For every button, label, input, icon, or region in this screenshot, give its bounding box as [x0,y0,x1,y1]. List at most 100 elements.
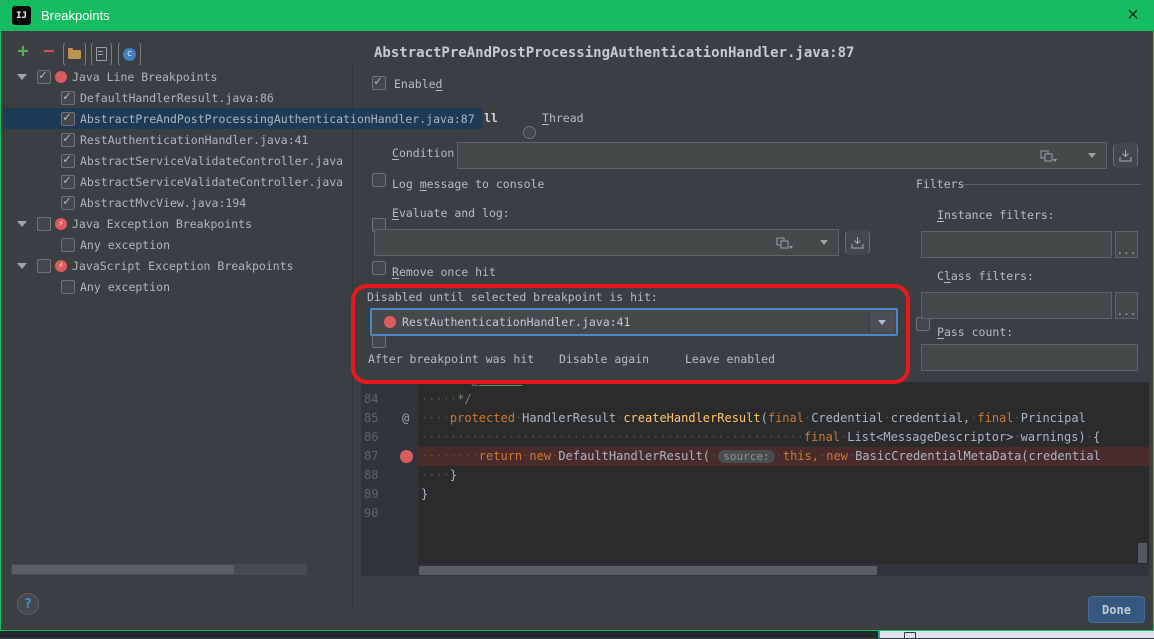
suspend-thread-label: Thread [542,111,584,125]
code-line: 85@····protected·HandlerResult·createHan… [361,409,1149,428]
tree-row[interactable]: AbstractMvcView.java:194 [3,192,344,213]
tree-checkbox[interactable] [37,70,51,84]
tree-row[interactable]: AbstractServiceValidateController.java: [3,171,344,192]
tree-row[interactable]: AbstractPreAndPostProcessingAuthenticati… [3,108,482,129]
condition-input[interactable] [457,142,1107,169]
tree-row[interactable]: Any exception [3,234,344,255]
code-lines: 83·····*·@return·the·constructed·handler… [361,382,1149,523]
exception-breakpoint-icon: ⚡ [55,260,67,272]
expand-evaluate-editor-button[interactable] [845,230,870,255]
add-breakpoint-button[interactable]: + [13,41,33,61]
expand-condition-editor-button[interactable] [1113,143,1138,168]
log-message-label: Log message to console [392,177,544,191]
annotation-gutter-icon: @ [402,409,409,428]
taskbar-strip [0,631,878,638]
disable-again-label: Disable again [559,352,649,366]
line-number: 87 [364,447,394,466]
intellij-logo-icon: IJ [12,6,31,25]
tree-item-label: RestAuthenticationHandler.java:41 [80,133,308,147]
combobox-arrow-button[interactable] [869,312,894,332]
tree-row[interactable]: ⚡ JavaScript Exception Breakpoints [3,255,344,276]
suspend-all-label-clipped[interactable]: ll [484,111,498,125]
class-filters-input[interactable] [921,292,1112,319]
condition-label: Condition: [392,146,461,160]
exception-breakpoint-icon: ⚡ [55,218,67,230]
class-filters-label: Class filters: [937,269,1034,283]
remove-breakpoint-button[interactable]: − [39,41,59,61]
breakpoints-dialog: + − c AbstractPreAndPostProcessingAuthen… [0,31,1154,631]
tree-item-label: AbstractMvcView.java:194 [80,196,246,210]
code-line: 90 [361,504,1149,523]
code-preview-editor: 83·····*·@return·the·constructed·handler… [361,382,1149,564]
tree-item-label: Java Line Breakpoints [72,70,217,84]
tree-checkbox[interactable] [61,238,75,252]
tree-row[interactable]: ⚡ Java Exception Breakpoints [3,213,344,234]
editor-hscrollbar-thumb[interactable] [419,566,877,575]
tree-checkbox[interactable] [61,154,75,168]
tree-item-label: Any exception [80,280,170,294]
editor-vscrollbar-thumb[interactable] [1138,543,1147,563]
group-by-class-toggle[interactable]: c [118,41,141,67]
enabled-label: Enabled [394,77,442,91]
editor-hscrollbar-track[interactable] [361,564,1149,576]
instance-filters-label: Instance filters: [937,208,1055,222]
condition-checkbox[interactable] [372,173,386,187]
expander-icon[interactable] [17,74,27,80]
tree-row[interactable]: AbstractServiceValidateController.java: [3,150,344,171]
window-titlebar: IJ Breakpoints × [0,0,1154,31]
tree-row[interactable]: Java Line Breakpoints [3,66,344,87]
tree-checkbox[interactable] [37,259,51,273]
tree-row[interactable]: RestAuthenticationHandler.java:41 [3,129,344,150]
chevron-down-icon[interactable] [1088,153,1096,158]
evaluate-input[interactable] [374,229,839,256]
tree-checkbox[interactable] [61,91,75,105]
enabled-checkbox[interactable] [372,76,386,90]
tree-checkbox[interactable] [37,217,51,231]
dependent-breakpoint-value: RestAuthenticationHandler.java:41 [402,315,630,329]
instance-filters-browse-button[interactable]: ... [1115,231,1138,258]
remove-once-hit-label: Remove once hit [392,265,496,279]
breakpoint-dot-icon[interactable] [400,450,413,463]
tree-hscrollbar-track[interactable] [11,564,307,575]
tree-checkbox[interactable] [61,196,75,210]
group-by-package-toggle[interactable] [63,41,86,67]
tree-checkbox[interactable] [61,133,75,147]
pass-count-input[interactable] [921,344,1138,371]
expander-icon[interactable] [17,221,27,227]
tree-checkbox[interactable] [61,112,75,126]
folder-icon [68,50,81,59]
after-hit-label: After breakpoint was hit [368,352,534,366]
tree-item-label: JavaScript Exception Breakpoints [72,259,294,273]
tree-row[interactable]: Any exception [3,276,344,297]
tree-item-label: AbstractPreAndPostProcessingAuthenticati… [80,112,475,126]
tree-checkbox[interactable] [61,175,75,189]
line-number: 90 [364,504,394,523]
class-icon: c [123,48,136,61]
remove-once-hit-checkbox[interactable] [372,334,386,348]
line-number: 85 [364,409,394,428]
history-icon[interactable] [776,237,794,250]
code-line: 88····} [361,466,1149,485]
line-number: 86 [364,428,394,447]
evaluate-checkbox[interactable] [372,261,386,275]
window-title: Breakpoints [41,8,110,23]
instance-filters-input[interactable] [921,231,1112,258]
help-button[interactable]: ? [17,593,39,615]
tree-item-label: Java Exception Breakpoints [72,217,252,231]
tree-checkbox[interactable] [61,280,75,294]
panel-divider[interactable] [352,64,353,608]
close-icon[interactable]: × [1120,2,1146,28]
instance-filters-checkbox[interactable] [916,317,930,331]
tree-hscrollbar-thumb[interactable] [12,565,234,574]
suspend-thread-radio[interactable] [523,126,536,139]
history-icon[interactable] [1040,150,1058,163]
chevron-down-icon[interactable] [820,240,828,245]
expand-editor-icon [851,236,864,249]
tree-row[interactable]: DefaultHandlerResult.java:86 [3,87,344,108]
dependent-breakpoint-combobox[interactable]: RestAuthenticationHandler.java:41 [370,308,898,336]
done-button[interactable]: Done [1088,596,1145,623]
code-line: 83·····*·@return·the·constructed·handler… [361,382,1149,390]
group-by-file-toggle[interactable] [91,41,112,67]
class-filters-browse-button[interactable]: ... [1115,292,1138,319]
expander-icon[interactable] [17,263,27,269]
